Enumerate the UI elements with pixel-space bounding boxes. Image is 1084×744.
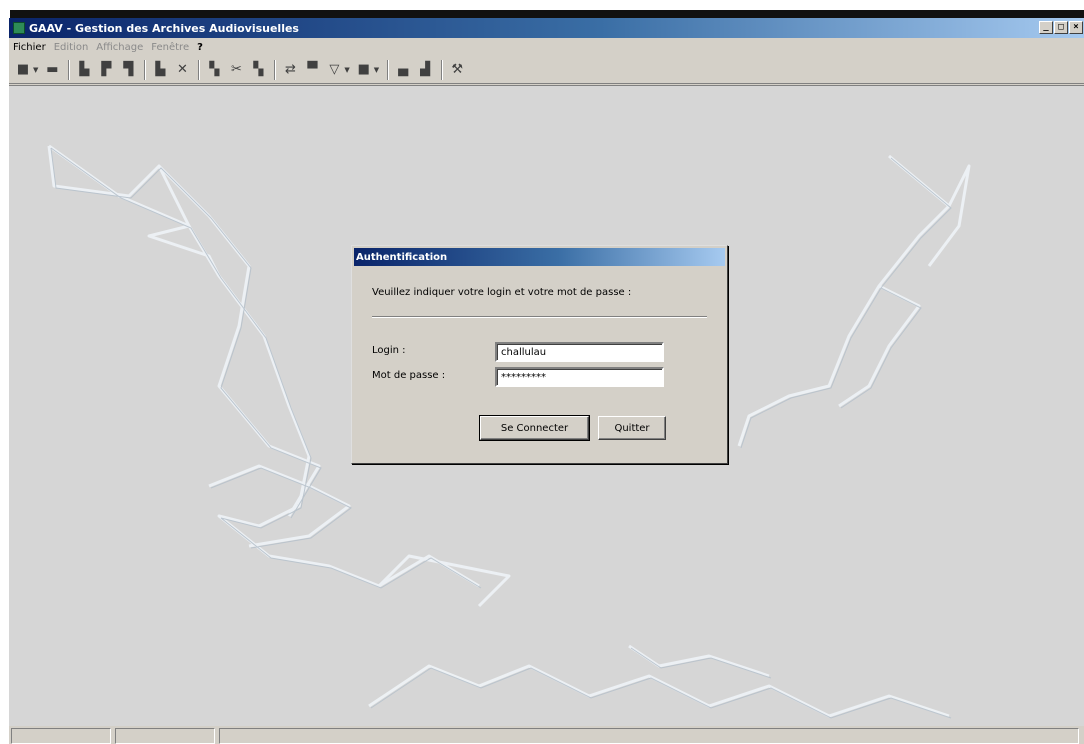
toolbar: ■ ▼ ▬ ▙ ▛ ▜ ▙ ✕ ▚ ✂ ▚ ⇄ ▀ ▽ ▼ ■ ▼ ▄ ▟ ⚒ <box>9 56 1084 84</box>
stamp-icon[interactable]: ▟ <box>415 60 435 80</box>
toolbar-separator <box>387 59 390 80</box>
cut-icon[interactable]: ✂ <box>226 60 246 80</box>
new-icon[interactable]: ■ <box>13 60 33 80</box>
menu-fichier[interactable]: Fichier <box>13 42 46 53</box>
filter-icon[interactable]: ▽ <box>324 60 344 80</box>
archive-icon[interactable]: ▄ <box>393 60 413 80</box>
paste-icon[interactable]: ▚ <box>248 60 268 80</box>
app-icon <box>13 22 25 34</box>
toolbar-separator <box>274 59 277 80</box>
list-icon[interactable]: ■ <box>354 60 374 80</box>
folder-icon[interactable]: ▀ <box>302 60 322 80</box>
close-button[interactable]: × <box>1069 21 1083 34</box>
desktop-edge <box>10 10 1084 18</box>
status-bar <box>9 726 1084 744</box>
login-dialog: Authentification Veuillez indiquer votre… <box>351 245 728 464</box>
login-input[interactable] <box>495 342 664 362</box>
dialog-separator <box>372 316 707 318</box>
chevron-down-icon[interactable]: ▼ <box>33 66 38 74</box>
refresh-icon[interactable]: ⇄ <box>280 60 300 80</box>
window-controls: _ □ × <box>1039 21 1083 34</box>
menu-help[interactable]: ? <box>197 42 203 53</box>
login-label: Login : <box>372 345 406 356</box>
tools-icon[interactable]: ⚒ <box>447 60 467 80</box>
dialog-instruction: Veuillez indiquer votre login et votre m… <box>372 287 632 298</box>
status-pane <box>11 728 111 744</box>
maximize-button[interactable]: □ <box>1054 21 1068 34</box>
open-icon[interactable]: ▬ <box>42 60 62 80</box>
chevron-down-icon[interactable]: ▼ <box>374 66 379 74</box>
status-pane <box>115 728 215 744</box>
document-icon[interactable]: ▛ <box>96 60 116 80</box>
password-input[interactable] <box>495 367 664 387</box>
print-icon[interactable]: ▙ <box>74 60 94 80</box>
toolbar-separator <box>68 59 71 80</box>
minimize-button[interactable]: _ <box>1039 21 1053 34</box>
status-pane <box>219 728 1079 744</box>
menu-fenetre[interactable]: Fenêtre <box>151 42 189 53</box>
toolbar-separator <box>144 59 147 80</box>
menu-bar: Fichier Edition Affichage Fenêtre ? <box>9 38 1084 56</box>
menu-affichage[interactable]: Affichage <box>96 42 143 53</box>
menu-edition[interactable]: Edition <box>54 42 89 53</box>
app-title: GAAV - Gestion des Archives Audiovisuell… <box>29 21 299 35</box>
desktop-strip <box>0 0 1084 18</box>
connect-button[interactable]: Se Connecter <box>479 415 590 441</box>
screen: GAAV - Gestion des Archives Audiovisuell… <box>0 0 1084 744</box>
delete-icon[interactable]: ✕ <box>172 60 192 80</box>
chevron-down-icon[interactable]: ▼ <box>344 66 349 74</box>
stack-icon[interactable]: ▜ <box>118 60 138 80</box>
copy-icon[interactable]: ▚ <box>204 60 224 80</box>
toolbar-separator <box>198 59 201 80</box>
toolbar-separator <box>441 59 444 80</box>
quit-button[interactable]: Quitter <box>598 416 666 440</box>
app-titlebar[interactable]: GAAV - Gestion des Archives Audiovisuell… <box>9 18 1084 38</box>
edit-icon[interactable]: ▙ <box>150 60 170 80</box>
dialog-title[interactable]: Authentification <box>354 248 725 266</box>
password-label: Mot de passe : <box>372 370 446 381</box>
